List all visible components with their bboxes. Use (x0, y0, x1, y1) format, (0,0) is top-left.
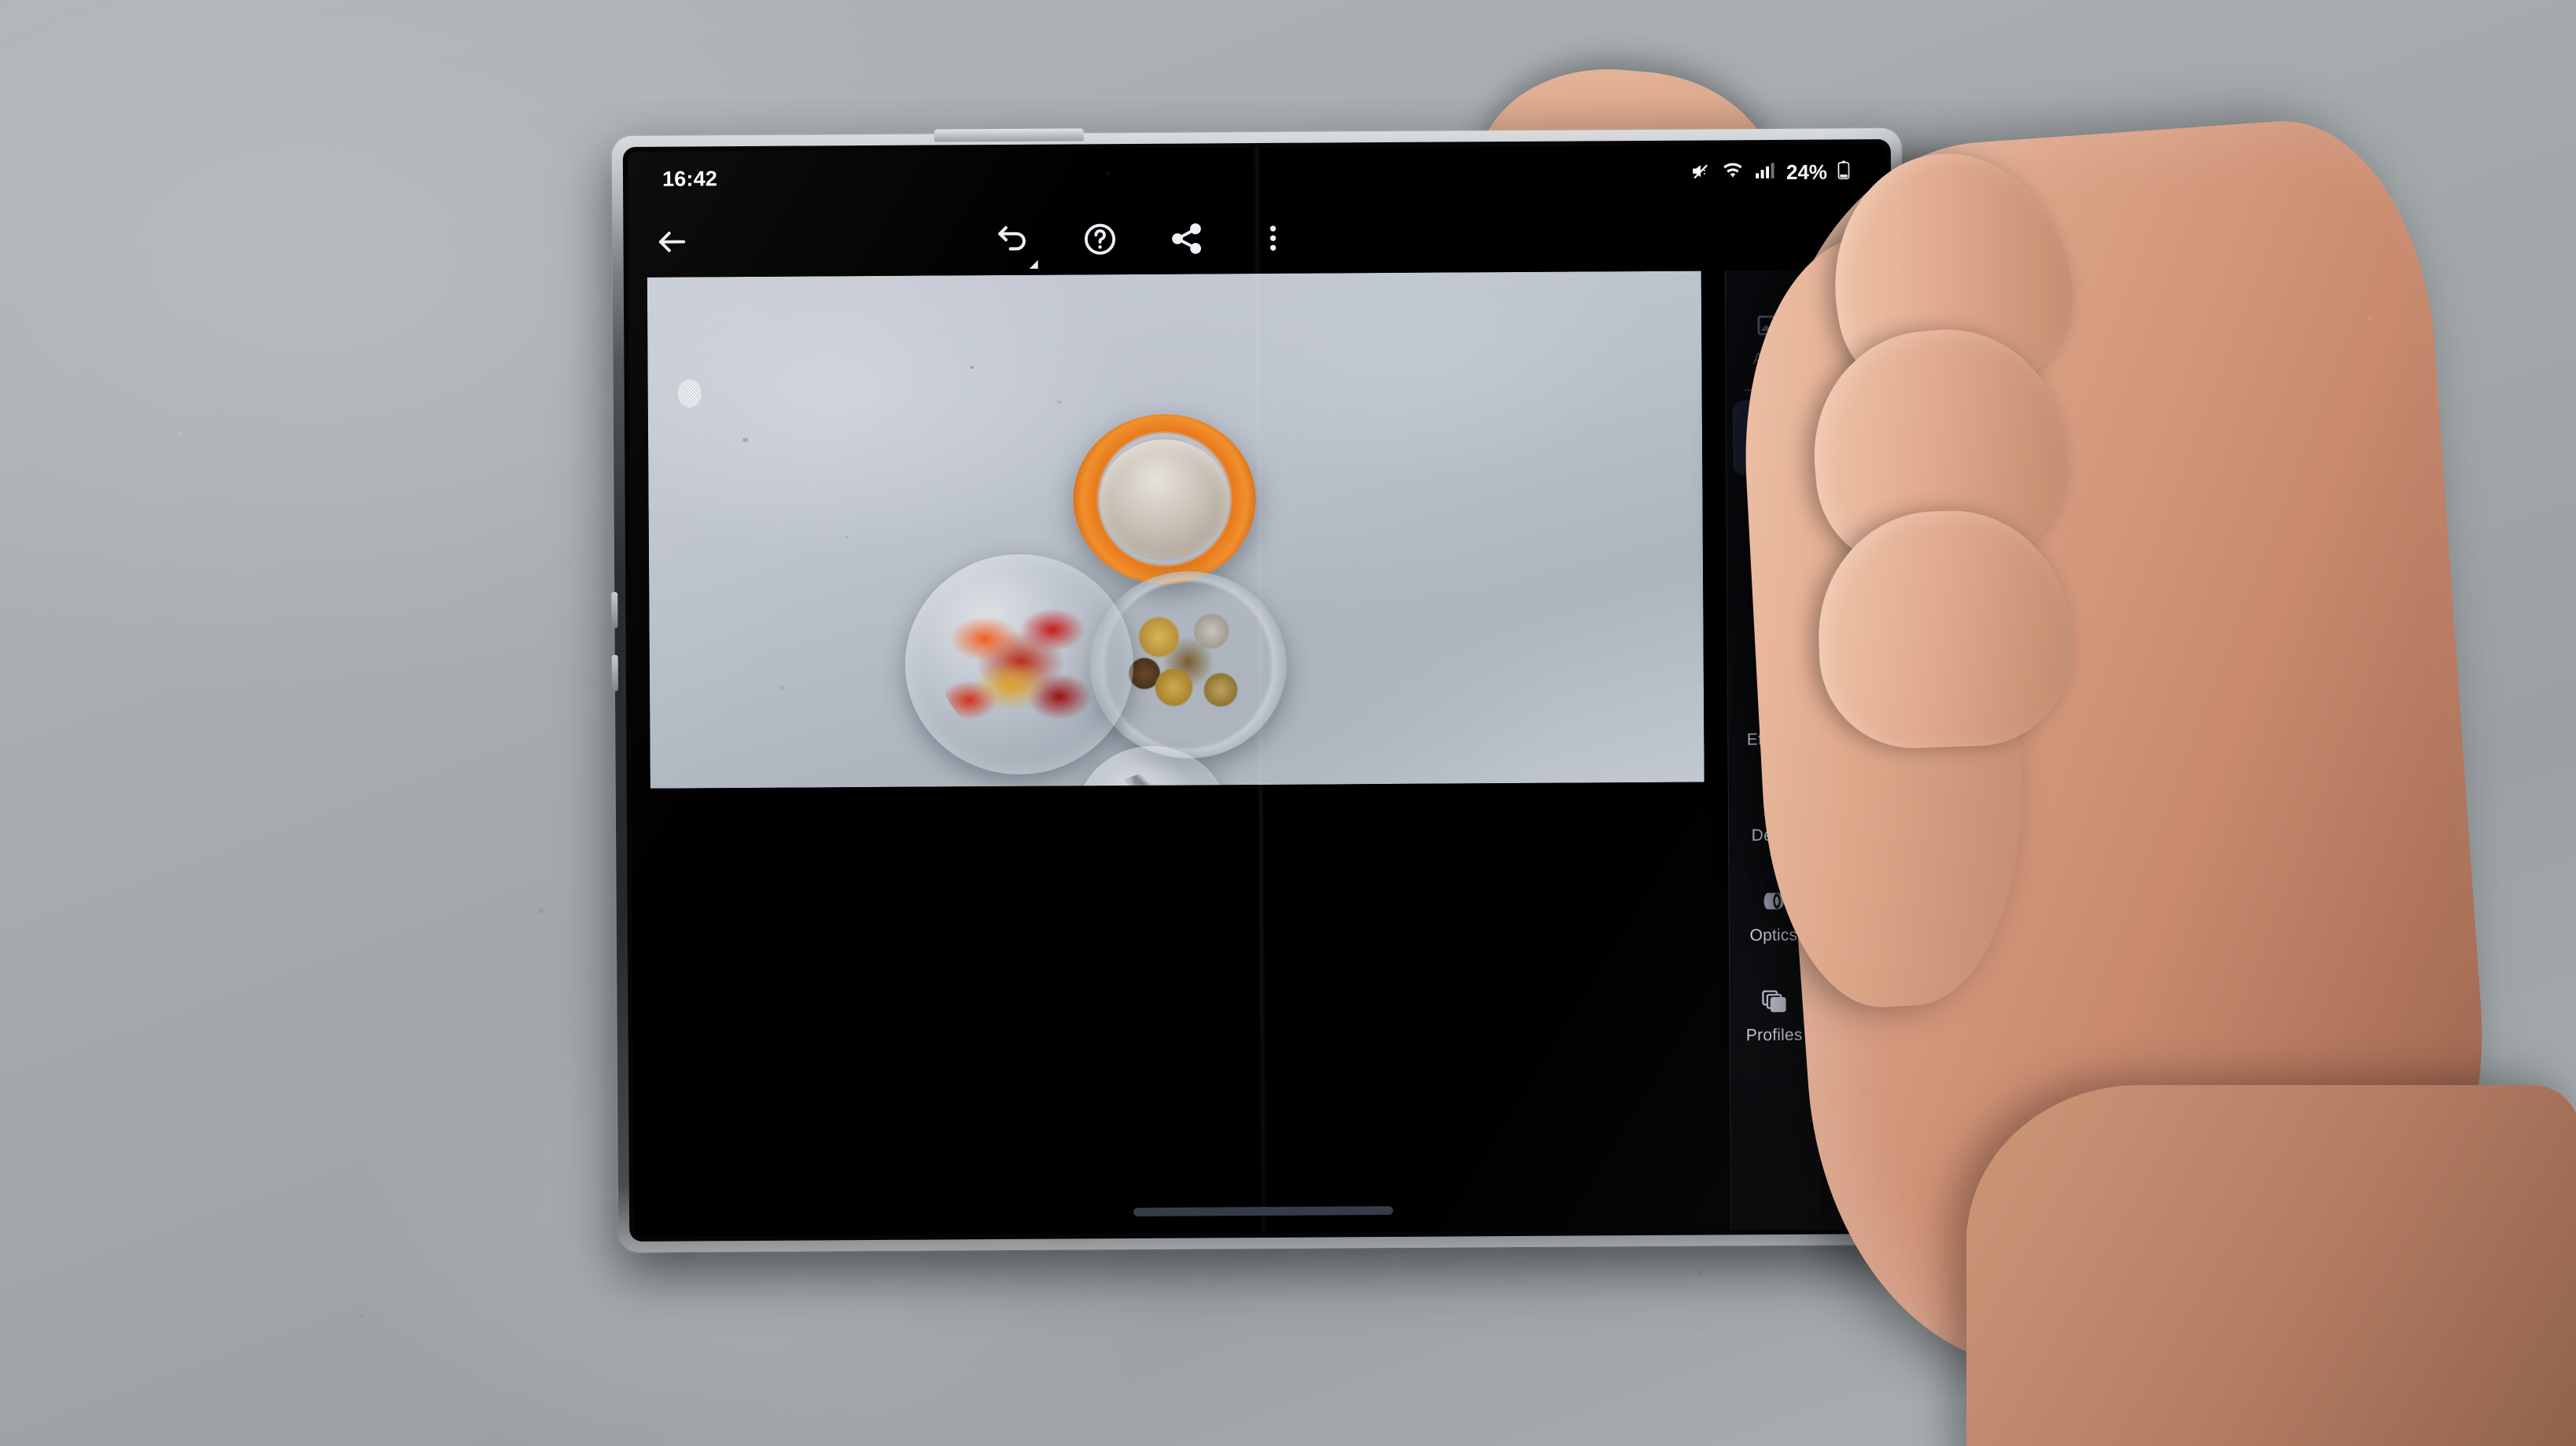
jar-with-orange-lid (1072, 414, 1257, 585)
triangle-detail-icon (1758, 786, 1788, 820)
battery-percent-label: 24% (1786, 160, 1828, 184)
masking-tool[interactable] (1828, 674, 1877, 723)
gesture-navigation-bar[interactable] (1133, 1205, 1394, 1216)
help-button[interactable] (1077, 216, 1122, 262)
sidebar-item-color[interactable]: Color (1733, 493, 1809, 567)
status-icons: 24% (1689, 160, 1852, 185)
long-press-hint-icon (1029, 259, 1038, 269)
healing-tool[interactable] (1829, 756, 1878, 804)
thermometer-icon (1756, 499, 1786, 533)
sidebar-scroll-dot (1765, 482, 1777, 489)
volume-mute-icon (1689, 160, 1712, 185)
battery-icon (1836, 160, 1852, 184)
sidebar-item-label: Profiles (1745, 1025, 1803, 1045)
side-power-key[interactable] (1906, 859, 1914, 985)
tool-rail (1813, 270, 1893, 1230)
tool-rail-active-indicator (1846, 635, 1859, 642)
sidebar-item-label: Effects (1746, 730, 1799, 749)
sun-icon (1755, 407, 1786, 442)
sidebar-item-light[interactable]: Light (1732, 399, 1809, 476)
sidebar-item-effects[interactable]: Effects (1734, 684, 1811, 758)
sidebar-item-detail[interactable]: Detail (1735, 780, 1811, 854)
profiles-stack-icon (1759, 986, 1789, 1020)
sliders-icon (1837, 587, 1868, 622)
edit-tool[interactable] (1827, 580, 1878, 629)
back-button[interactable] (648, 218, 695, 265)
status-clock: 16:42 (662, 166, 718, 191)
hinge-nub (934, 128, 1084, 142)
sidebar-item-auto[interactable]: Auto (1732, 304, 1808, 377)
photo-canvas[interactable] (647, 270, 1704, 789)
wifi-icon (1721, 160, 1745, 185)
eraser-icon (1836, 761, 1870, 800)
vignette-icon (1757, 690, 1787, 724)
screws (1098, 772, 1207, 789)
hinge-pip (1901, 646, 1908, 684)
more-options-button[interactable] (1250, 215, 1295, 261)
status-bar: 16:42 24% (628, 144, 1886, 207)
edited-photo (647, 270, 1704, 789)
sidebar-item-optics[interactable]: Optics (1735, 880, 1811, 954)
top-bar-actions (990, 215, 1295, 269)
dried-rose-petals (939, 594, 1102, 741)
foldable-phone-device: 16:42 24% Auto Light Color Blur Effects … (611, 128, 1914, 1253)
water-drop-icon (1756, 591, 1786, 624)
hinge-pip (1901, 583, 1908, 621)
sidebar-item-label: Detail (1751, 826, 1795, 845)
sidebar-item-label: Optics (1749, 925, 1798, 945)
bowl-of-rose-petals (904, 553, 1134, 775)
sidebar-item-label: Auto (1752, 349, 1788, 369)
scene: 16:42 24% Auto Light Color Blur Effects … (0, 0, 2576, 1446)
presets-tool[interactable] (1826, 416, 1875, 465)
cellular-signal-icon (1753, 160, 1775, 184)
auto-enhance-icon (1755, 310, 1785, 344)
masking-dotted-circle-icon (1835, 679, 1870, 718)
device-bezel: 16:42 24% Auto Light Color Blur Effects … (622, 139, 1898, 1242)
crop-rotate-icon (1834, 503, 1869, 542)
sidebar-scroll-dot (1766, 573, 1778, 580)
crop-tool[interactable] (1827, 498, 1876, 546)
wrist (1966, 1085, 2576, 1446)
sidebar-separator (1744, 388, 1797, 392)
screen: 16:42 24% Auto Light Color Blur Effects … (627, 144, 1893, 1237)
sidebar-item-blur[interactable]: Blur (1734, 584, 1810, 658)
lens-icon (1759, 886, 1789, 920)
masking-overlay-dot (677, 379, 702, 408)
screen-bottom-shadow (632, 993, 1893, 1237)
sidebar-item-label: Color (1751, 539, 1792, 558)
sidebar-item-label: Blur (1756, 630, 1787, 649)
jar-opening (1100, 439, 1229, 560)
undo-button[interactable] (990, 217, 1038, 269)
category-sidebar: Auto Light Color Blur Effects Detail Opt… (1725, 270, 1820, 1231)
app-top-bar (628, 199, 1891, 278)
sidebar-item-profiles[interactable]: Profiles (1736, 980, 1812, 1054)
presets-circles-icon (1834, 422, 1867, 459)
hinge-pip (611, 654, 618, 692)
share-button[interactable] (1163, 215, 1209, 261)
sidebar-item-label: Light (1752, 447, 1789, 467)
hinge-pip (611, 591, 618, 629)
sidebar-scroll-dot (1771, 768, 1775, 773)
coins (1115, 594, 1262, 736)
